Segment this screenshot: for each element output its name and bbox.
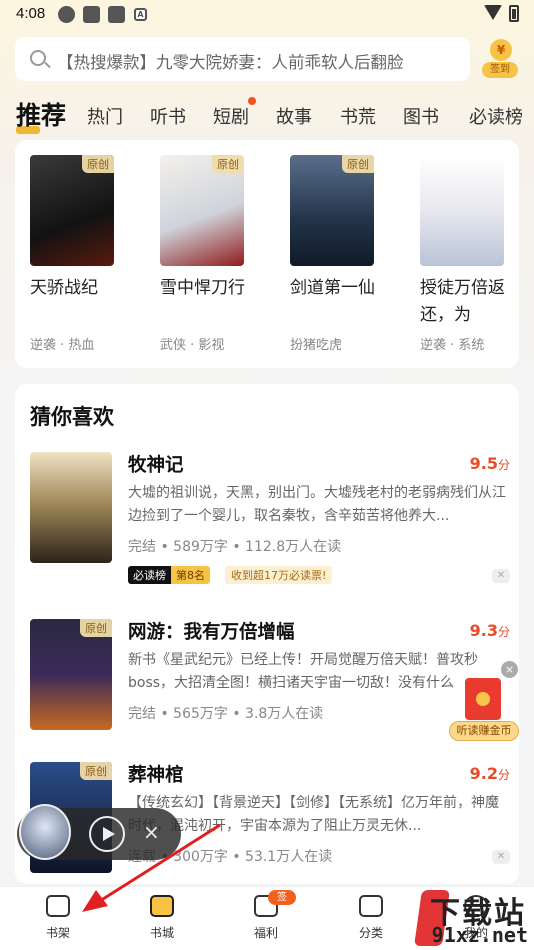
site-watermark: 下载站 91xz.net bbox=[414, 888, 534, 950]
app-notification-icon bbox=[108, 6, 125, 23]
original-badge: 原创 bbox=[80, 619, 112, 637]
book-description: 大墟的祖训说，天黑，别出门。大墟残老村的老弱病残们从江边捡到了一个婴儿，取名秦牧… bbox=[128, 485, 506, 524]
nav-label: 分类 bbox=[358, 926, 383, 940]
rank-tag: 必读榜 第8名 bbox=[128, 566, 210, 584]
book-meta: 完结 • 589万字 • 112.8万人在读 bbox=[128, 539, 342, 555]
book-title: 剑道第一仙 bbox=[290, 278, 375, 298]
close-icon[interactable]: × bbox=[501, 661, 518, 678]
book-cover: 原创 bbox=[30, 155, 114, 266]
new-dot-badge bbox=[248, 97, 256, 105]
listen-earn-label: 听读赚金币 bbox=[449, 721, 519, 741]
signin-label: 签到 bbox=[482, 62, 518, 78]
category-tabs: 推荐 热门 听书 短剧 故事 书荒 图书 必读榜 bbox=[0, 96, 534, 136]
tab-book-shortage[interactable]: 书荒 bbox=[340, 103, 376, 129]
rank-list-label: 必读榜 bbox=[128, 566, 171, 584]
recommend-item[interactable]: 原创 网游：我有万倍增幅 9.3分 新书《星武纪元》已经上传！开局觉醒万倍天赋！… bbox=[30, 619, 510, 744]
original-badge: 原创 bbox=[212, 155, 244, 173]
battery-icon bbox=[509, 5, 519, 22]
book-title: 授徒万倍返还，为 bbox=[420, 278, 505, 325]
annotation-arrow bbox=[82, 823, 221, 912]
arrow-head bbox=[82, 890, 108, 912]
nav-label: 书城 bbox=[149, 926, 174, 940]
coin-icon: ¥ bbox=[490, 39, 512, 61]
book-score: 9.5分 bbox=[469, 454, 510, 473]
tab-books[interactable]: 图书 bbox=[403, 103, 439, 129]
book-tags: 逆袭 · 热血 bbox=[30, 338, 95, 353]
signin-button[interactable]: ¥ 签到 bbox=[482, 39, 518, 81]
book-tags: 武侠 · 影视 bbox=[160, 338, 225, 353]
watermark-url: 91xz.net bbox=[431, 923, 528, 947]
original-badge: 原创 bbox=[82, 155, 114, 173]
book-cover: 原创 bbox=[30, 619, 112, 730]
signin-badge: 签到 bbox=[268, 890, 296, 918]
status-bar: 4:08 A bbox=[0, 0, 534, 30]
dismiss-icon[interactable]: ✕ bbox=[492, 850, 510, 864]
vote-tag: 收到超17万必读票! bbox=[225, 566, 333, 584]
rank-position: 第8名 bbox=[171, 566, 210, 584]
nav-welfare[interactable]: 签到 福利 bbox=[236, 890, 296, 941]
bookshelf-icon bbox=[46, 895, 70, 917]
app-notification-icon bbox=[58, 6, 75, 23]
tab-must-read[interactable]: 必读榜 bbox=[469, 103, 523, 129]
original-badge: 原创 bbox=[342, 155, 374, 173]
wifi-icon bbox=[484, 5, 502, 20]
tab-hot[interactable]: 热门 bbox=[87, 103, 123, 129]
search-icon bbox=[30, 50, 46, 66]
tab-recommend[interactable]: 推荐 bbox=[16, 96, 66, 134]
nav-label: 福利 bbox=[253, 926, 278, 940]
listen-earn-widget[interactable]: × 听读赚金币 bbox=[449, 661, 519, 742]
section-title: 猜你喜欢 bbox=[30, 405, 114, 429]
book-cover bbox=[420, 155, 504, 266]
app-notification-icon: A bbox=[134, 8, 147, 21]
red-envelope-icon bbox=[465, 678, 501, 720]
book-title: 网游：我有万倍增幅 bbox=[128, 622, 295, 643]
status-time: 4:08 bbox=[16, 5, 46, 22]
book-tags: 逆袭 · 系统 bbox=[420, 338, 485, 353]
featured-books-card: 原创 天骄战纪 逆袭 · 热血 原创 雪中悍刀行 武侠 · 影视 原创 剑道第一… bbox=[15, 140, 519, 368]
book-meta: 完结 • 565万字 • 3.8万人在读 bbox=[128, 706, 324, 722]
tab-audio[interactable]: 听书 bbox=[150, 103, 186, 129]
player-cover-avatar bbox=[19, 804, 71, 860]
book-tags: 扮猪吃虎 bbox=[290, 338, 343, 353]
book-title: 雪中悍刀行 bbox=[160, 278, 245, 298]
book-title: 葬神棺 bbox=[128, 765, 184, 786]
arrow-shaft bbox=[91, 823, 221, 908]
book-score: 9.2分 bbox=[469, 764, 510, 783]
book-cover: 原创 bbox=[160, 155, 244, 266]
nav-label: 书架 bbox=[45, 926, 70, 940]
search-bar[interactable]: 【热搜爆款】九零大院娇妻：人前乖软人后翻脸 bbox=[15, 37, 470, 81]
book-cover: 原创 bbox=[290, 155, 374, 266]
tab-short-drama[interactable]: 短剧 bbox=[213, 103, 249, 129]
recommend-item[interactable]: 牧神记 9.5分 大墟的祖训说，天黑，别出门。大墟残老村的老弱病残们从江边捡到了… bbox=[30, 452, 510, 584]
grid-icon bbox=[359, 895, 383, 917]
dismiss-icon[interactable]: ✕ bbox=[492, 569, 510, 583]
search-placeholder: 【热搜爆款】九零大院娇妻：人前乖软人后翻脸 bbox=[57, 53, 404, 72]
book-cover bbox=[30, 452, 112, 563]
original-badge: 原创 bbox=[80, 762, 112, 780]
tab-story[interactable]: 故事 bbox=[276, 103, 312, 129]
book-title: 天骄战纪 bbox=[30, 278, 98, 298]
book-title: 牧神记 bbox=[128, 455, 184, 476]
nav-category[interactable]: 分类 bbox=[341, 895, 401, 941]
app-notification-icon bbox=[83, 6, 100, 23]
book-score: 9.3分 bbox=[469, 621, 510, 640]
